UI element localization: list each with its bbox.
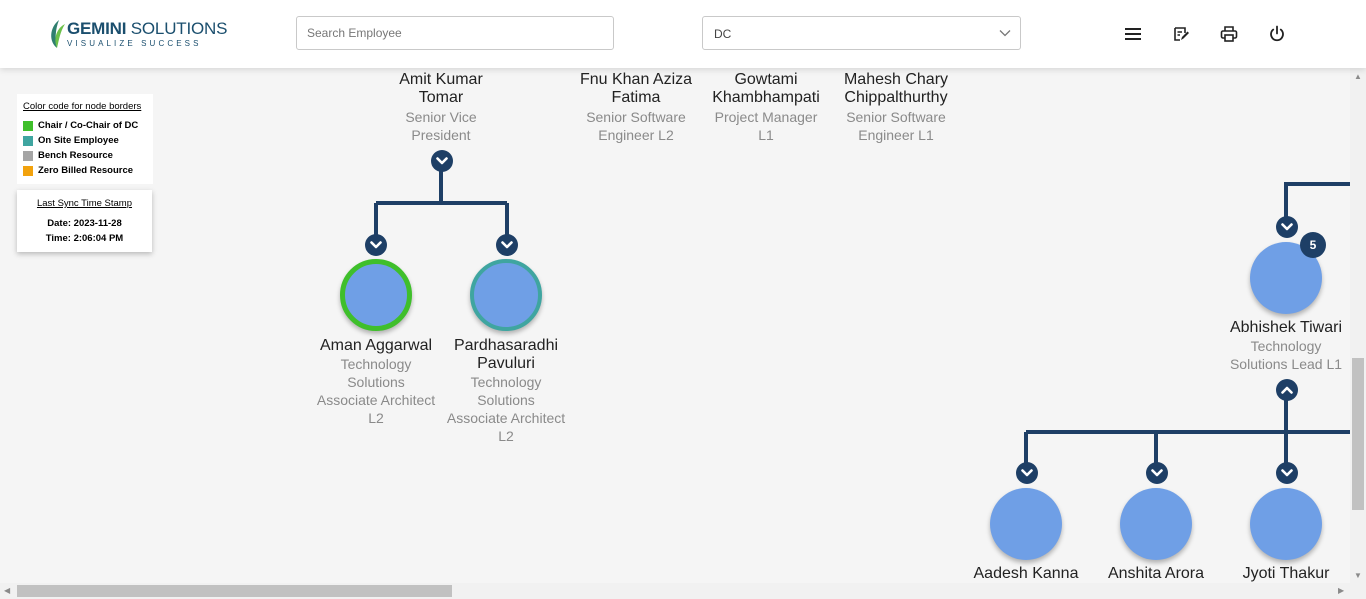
- search-employee-input[interactable]: [296, 16, 614, 50]
- chevron-down-icon: [999, 30, 1011, 37]
- scroll-right-arrow[interactable]: ▶: [1338, 586, 1344, 595]
- edit-note-icon: [1174, 27, 1189, 41]
- expand-toggle[interactable]: [1276, 216, 1298, 238]
- edit-notes-button[interactable]: [1171, 24, 1191, 44]
- legend-title: Color code for node borders: [23, 101, 142, 112]
- dc-select-value: DC: [714, 27, 732, 41]
- employee-avatar-node[interactable]: [1250, 488, 1322, 560]
- employee-name[interactable]: Aadesh Kanna: [956, 565, 1096, 583]
- employee-name[interactable]: Pardhasaradhi Pavuluri: [436, 337, 576, 373]
- logo-tagline: VISUALIZE SUCCESS: [67, 39, 202, 48]
- org-chart-canvas[interactable]: Amit Kumar Tomar Senior Vice President Fnu…: [0, 0, 1350, 583]
- employee-avatar-node[interactable]: [470, 259, 542, 331]
- employee-name[interactable]: Gowtami Khambhampati: [696, 71, 836, 107]
- expand-toggle[interactable]: [496, 234, 518, 256]
- color-swatch: [23, 150, 33, 161]
- leaf-logo-icon: [51, 20, 65, 48]
- scroll-left-arrow[interactable]: ◀: [4, 586, 10, 595]
- logout-button[interactable]: [1267, 24, 1287, 44]
- chevron-down-icon: [1281, 223, 1293, 231]
- expand-toggle[interactable]: [365, 234, 387, 256]
- print-button[interactable]: [1219, 24, 1239, 44]
- collapse-toggle[interactable]: [1276, 379, 1298, 401]
- sync-title: Last Sync Time Stamp: [36, 198, 133, 209]
- company-logo[interactable]: GEMINI SOLUTIONS VISUALIZE SUCCESS: [47, 16, 227, 52]
- top-header: GEMINI SOLUTIONS VISUALIZE SUCCESS DC: [0, 0, 1366, 68]
- legend-item: Zero Billed Resource: [23, 165, 133, 176]
- logo-wordmark: GEMINI SOLUTIONS: [67, 19, 228, 38]
- last-sync-panel: Last Sync Time Stamp Date: 2023-11-28 Ti…: [17, 190, 152, 252]
- horizontal-scroll-thumb[interactable]: [17, 585, 452, 597]
- employee-name[interactable]: Mahesh Chary Chippalthurthy: [826, 71, 966, 107]
- legend-item: Chair / Co-Chair of DC: [23, 120, 138, 131]
- direct-reports-count-badge: 5: [1300, 232, 1326, 258]
- chevron-down-icon: [501, 241, 513, 249]
- employee-avatar-node[interactable]: [990, 488, 1062, 560]
- border-color-legend: Color code for node borders Chair / Co-C…: [17, 94, 153, 184]
- employee-avatar-node[interactable]: [340, 259, 412, 331]
- power-icon: [1270, 25, 1284, 42]
- employee-name[interactable]: Amit Kumar Tomar: [371, 71, 511, 107]
- sync-time: Time: 2:06:04 PM: [45, 233, 124, 244]
- color-swatch: [23, 165, 33, 176]
- collapse-toggle[interactable]: [431, 150, 453, 172]
- chevron-down-icon: [1021, 469, 1033, 477]
- employee-name[interactable]: Anshita Arora: [1086, 565, 1226, 583]
- legend-item: On Site Employee: [23, 135, 119, 146]
- employee-avatar-node[interactable]: [1120, 488, 1192, 560]
- print-icon: [1220, 26, 1238, 42]
- scroll-down-arrow[interactable]: ▼: [1354, 571, 1362, 580]
- employee-name[interactable]: Aman Aggarwal: [306, 337, 446, 355]
- menu-button[interactable]: [1123, 24, 1143, 44]
- color-swatch: [23, 120, 33, 131]
- employee-role: Technology Solutions Associate Architect L2: [446, 374, 566, 444]
- expand-toggle[interactable]: [1146, 462, 1168, 484]
- employee-name[interactable]: Abhishek Tiwari: [1216, 319, 1356, 337]
- employee-role: Project Manager L1: [714, 109, 818, 143]
- menu-icon: [1125, 28, 1141, 40]
- employee-role: Senior Software Engineer L2: [586, 109, 686, 143]
- chevron-down-icon: [370, 241, 382, 249]
- sync-date: Date: 2023-11-28: [47, 218, 122, 229]
- employee-name[interactable]: Jyoti Thakur: [1216, 565, 1356, 583]
- legend-item: Bench Resource: [23, 150, 113, 161]
- employee-role: Senior Software Engineer L1: [846, 109, 946, 143]
- chevron-down-icon: [1151, 469, 1163, 477]
- chevron-down-icon: [436, 157, 448, 165]
- employee-name[interactable]: Fnu Khan Aziza Fatima: [566, 71, 706, 107]
- vertical-scroll-thumb[interactable]: [1352, 358, 1364, 510]
- dc-select[interactable]: DC: [702, 16, 1021, 50]
- employee-role: Technology Solutions Associate Architect L2: [316, 356, 436, 426]
- color-swatch: [23, 135, 33, 146]
- chevron-down-icon: [1281, 469, 1293, 477]
- chevron-up-icon: [1281, 386, 1293, 394]
- employee-role: Technology Solutions Lead L1: [1229, 338, 1343, 372]
- expand-toggle[interactable]: [1276, 462, 1298, 484]
- expand-toggle[interactable]: [1016, 462, 1038, 484]
- scroll-up-arrow[interactable]: ▲: [1354, 72, 1362, 81]
- employee-role: Senior Vice President: [405, 109, 477, 143]
